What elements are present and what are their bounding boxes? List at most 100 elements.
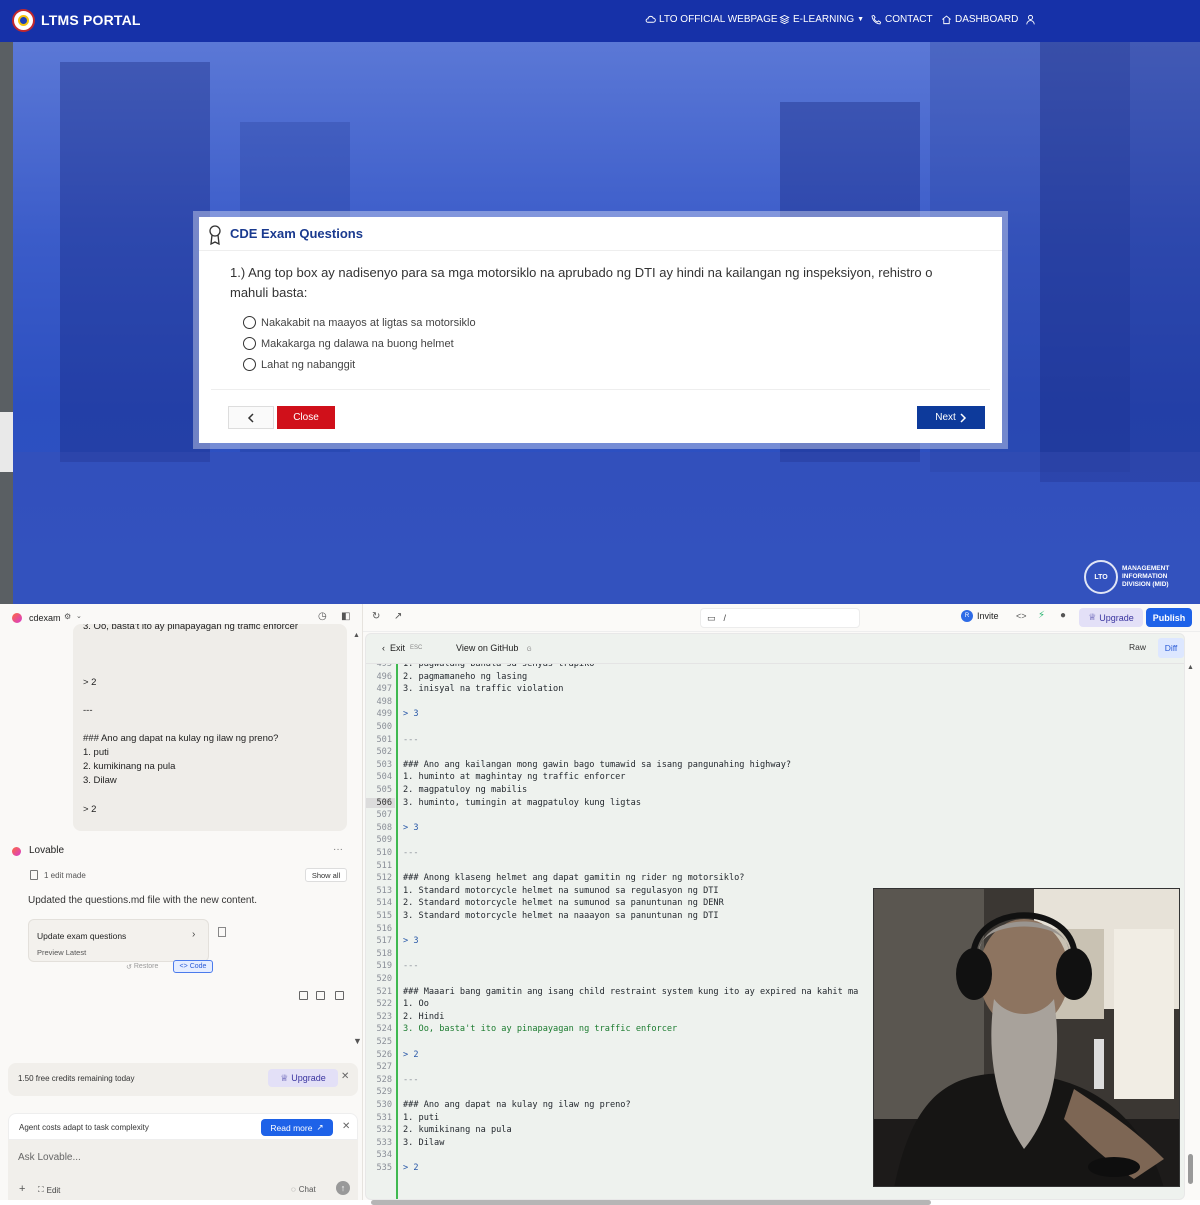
mid-line-2: INFORMATION [1122,573,1168,580]
history-icon[interactable]: ◷ [318,611,327,622]
line-number: 505 [376,785,392,795]
preview-latest-link[interactable]: Preview Latest [37,948,86,957]
github-icon[interactable]: ● [1060,610,1066,621]
view-on-github-link[interactable]: View on GitHub G [456,643,532,653]
send-icon[interactable]: ↑ [336,1181,350,1195]
chevron-right-icon[interactable]: › [192,929,195,940]
bookmark-icon[interactable] [218,927,226,937]
chat-pane: cdexam ⚙ ⌄ ◷ ◧ 3. Oo, basta't ito ay pin… [0,604,362,1200]
thumbs-down-icon[interactable] [316,991,325,1000]
edit-mode-button[interactable]: ⛶ Edit [38,1185,60,1195]
lto-logo-icon[interactable] [12,9,35,32]
exit-label: Exit [390,643,406,653]
assistant-name: Lovable [29,845,65,856]
open-external-icon[interactable]: ↗ [394,611,402,622]
chat-mode-button[interactable]: ◌ Chat [291,1185,316,1194]
publish-button[interactable]: Publish [1146,608,1192,627]
upgrade-button[interactable]: ♕ Upgrade [268,1069,338,1087]
close-icon[interactable]: ✕ [342,1121,350,1132]
code-line: 503 ### Ano ang kailangan mong gawin bago… [366,760,791,773]
line-text: ### Anong klaseng helmet ang dapat gamit… [403,873,745,884]
previous-button[interactable] [228,406,274,429]
ltms-title[interactable]: LTMS PORTAL [41,12,141,28]
line-number: 496 [376,671,392,682]
copy-icon[interactable] [335,991,344,1000]
nav-elearning-label: E-LEARNING [793,14,855,25]
line-text: ### Maaari bang gamitin ang isang child … [403,986,859,997]
scroll-up-icon[interactable]: ▲ [1187,664,1194,671]
line-text: > 3 [403,822,419,833]
nav-contact[interactable]: CONTACT [871,14,933,25]
settings-icon[interactable]: ⚙ [64,612,71,621]
modal-title: CDE Exam Questions [230,226,363,241]
more-options-icon[interactable]: ··· [333,844,343,855]
radio-button[interactable] [243,358,256,371]
code-line: 531 1. puti [366,1113,439,1126]
mid-line-1: MANAGEMENT [1122,565,1170,572]
user-profile-button[interactable] [1025,14,1036,25]
agent-costs-text: Agent costs adapt to task complexity [19,1123,149,1132]
lovable-logo-icon [12,613,22,623]
chevron-down-icon[interactable]: ⌄ [76,612,82,620]
thumbs-up-icon[interactable] [299,991,308,1000]
code-line: 517 > 3 [366,936,419,949]
line-text: > 3 [403,936,419,947]
scroll-up-icon[interactable]: ▲ [353,632,360,639]
close-button[interactable]: Close [277,406,335,429]
next-button[interactable]: Next [917,406,985,429]
pane-divider[interactable] [362,604,363,1200]
mid-line-3: DIVISION (MID) [1122,581,1169,588]
close-icon[interactable]: ✕ [341,1071,349,1082]
version-card[interactable]: Update exam questions Preview Latest › [28,919,209,962]
exit-button[interactable]: ‹ Exit ESC [382,643,422,653]
code-view-icon[interactable]: <> [1016,611,1027,621]
line-text: ### Ano ang kailangan mong gawin bago tu… [403,759,792,770]
nav-dashboard[interactable]: DASHBOARD [941,14,1018,25]
plus-icon[interactable]: + [19,1183,25,1195]
line-number: 520 [376,974,392,984]
message-line: ### Ano ang dapat na kulay ng ilaw ng pr… [83,733,279,744]
nav-elearning[interactable]: E-LEARNING ▼ [779,14,864,25]
code-button[interactable]: <> Code [173,960,213,973]
supabase-icon[interactable]: ⚡ [1038,610,1045,621]
radio-button[interactable] [243,316,256,329]
diff-button[interactable]: Diff [1158,638,1184,658]
message-line: --- [83,705,93,716]
chat-input-box[interactable]: Ask Lovable... + ⛶ Edit ◌ Chat ↑ [8,1140,358,1200]
code-line: 508 > 3 [366,822,419,836]
line-number: 516 [376,923,392,934]
sidebar-toggle-icon[interactable]: ◧ [341,611,350,622]
line-text: 1. huminto at maghintay ng traffic enfor… [403,772,626,783]
answer-option-3[interactable]: Lahat ng nabanggit [243,358,355,371]
restore-button[interactable]: ↺ Restore [126,960,170,973]
chat-input-placeholder[interactable]: Ask Lovable... [18,1152,81,1163]
code-line: 535 > 2 [366,1163,418,1176]
message-line: 3. Oo, basta't ito ay pinapayagan ng tra… [83,624,298,632]
message-line: 1. puti [83,747,109,758]
code-line: 506 3. huminto, tumingin at magpatuloy ku… [366,797,641,811]
url-path-box[interactable]: ▭ / [700,608,860,628]
raw-button[interactable]: Raw [1129,642,1146,652]
exam-question: 1.) Ang top box ay nadisenyo para sa mga… [230,265,933,300]
project-name[interactable]: cdexam [29,613,61,623]
line-number: 514 [376,898,392,909]
answer-option-1[interactable]: Nakakabit na maayos at ligtas sa motorsi… [243,316,476,329]
scroll-down-icon[interactable]: ▼ [353,1036,362,1046]
line-number: 515 [376,911,392,921]
code-line: 519 --- [366,961,418,974]
code-icon: <> [179,963,188,970]
code-line: 533 3. Dilaw [366,1138,444,1151]
vertical-scrollbar[interactable] [1188,1154,1193,1184]
editor-toolbar: ↻ ↗ ▭ / R Invite <> ⚡ ● ♕ Upgrade Publis… [363,604,1200,632]
radio-button[interactable] [243,337,256,350]
refresh-icon[interactable]: ↻ [372,611,380,622]
user-icon [1026,14,1035,25]
upgrade-button-top[interactable]: ♕ Upgrade [1079,608,1143,627]
nav-lto-webpage[interactable]: LTO OFFICIAL WEBPAGE [645,14,778,25]
show-all-button[interactable]: Show all [305,868,347,882]
horizontal-scrollbar[interactable] [371,1200,931,1205]
answer-option-2[interactable]: Makakarga ng dalawa na buong helmet [243,337,454,350]
code-line: 512 ### Anong klaseng helmet ang dapat ga… [366,873,744,886]
read-more-button[interactable]: Read more ↗ [261,1119,333,1136]
invite-button[interactable]: R Invite [961,610,999,622]
